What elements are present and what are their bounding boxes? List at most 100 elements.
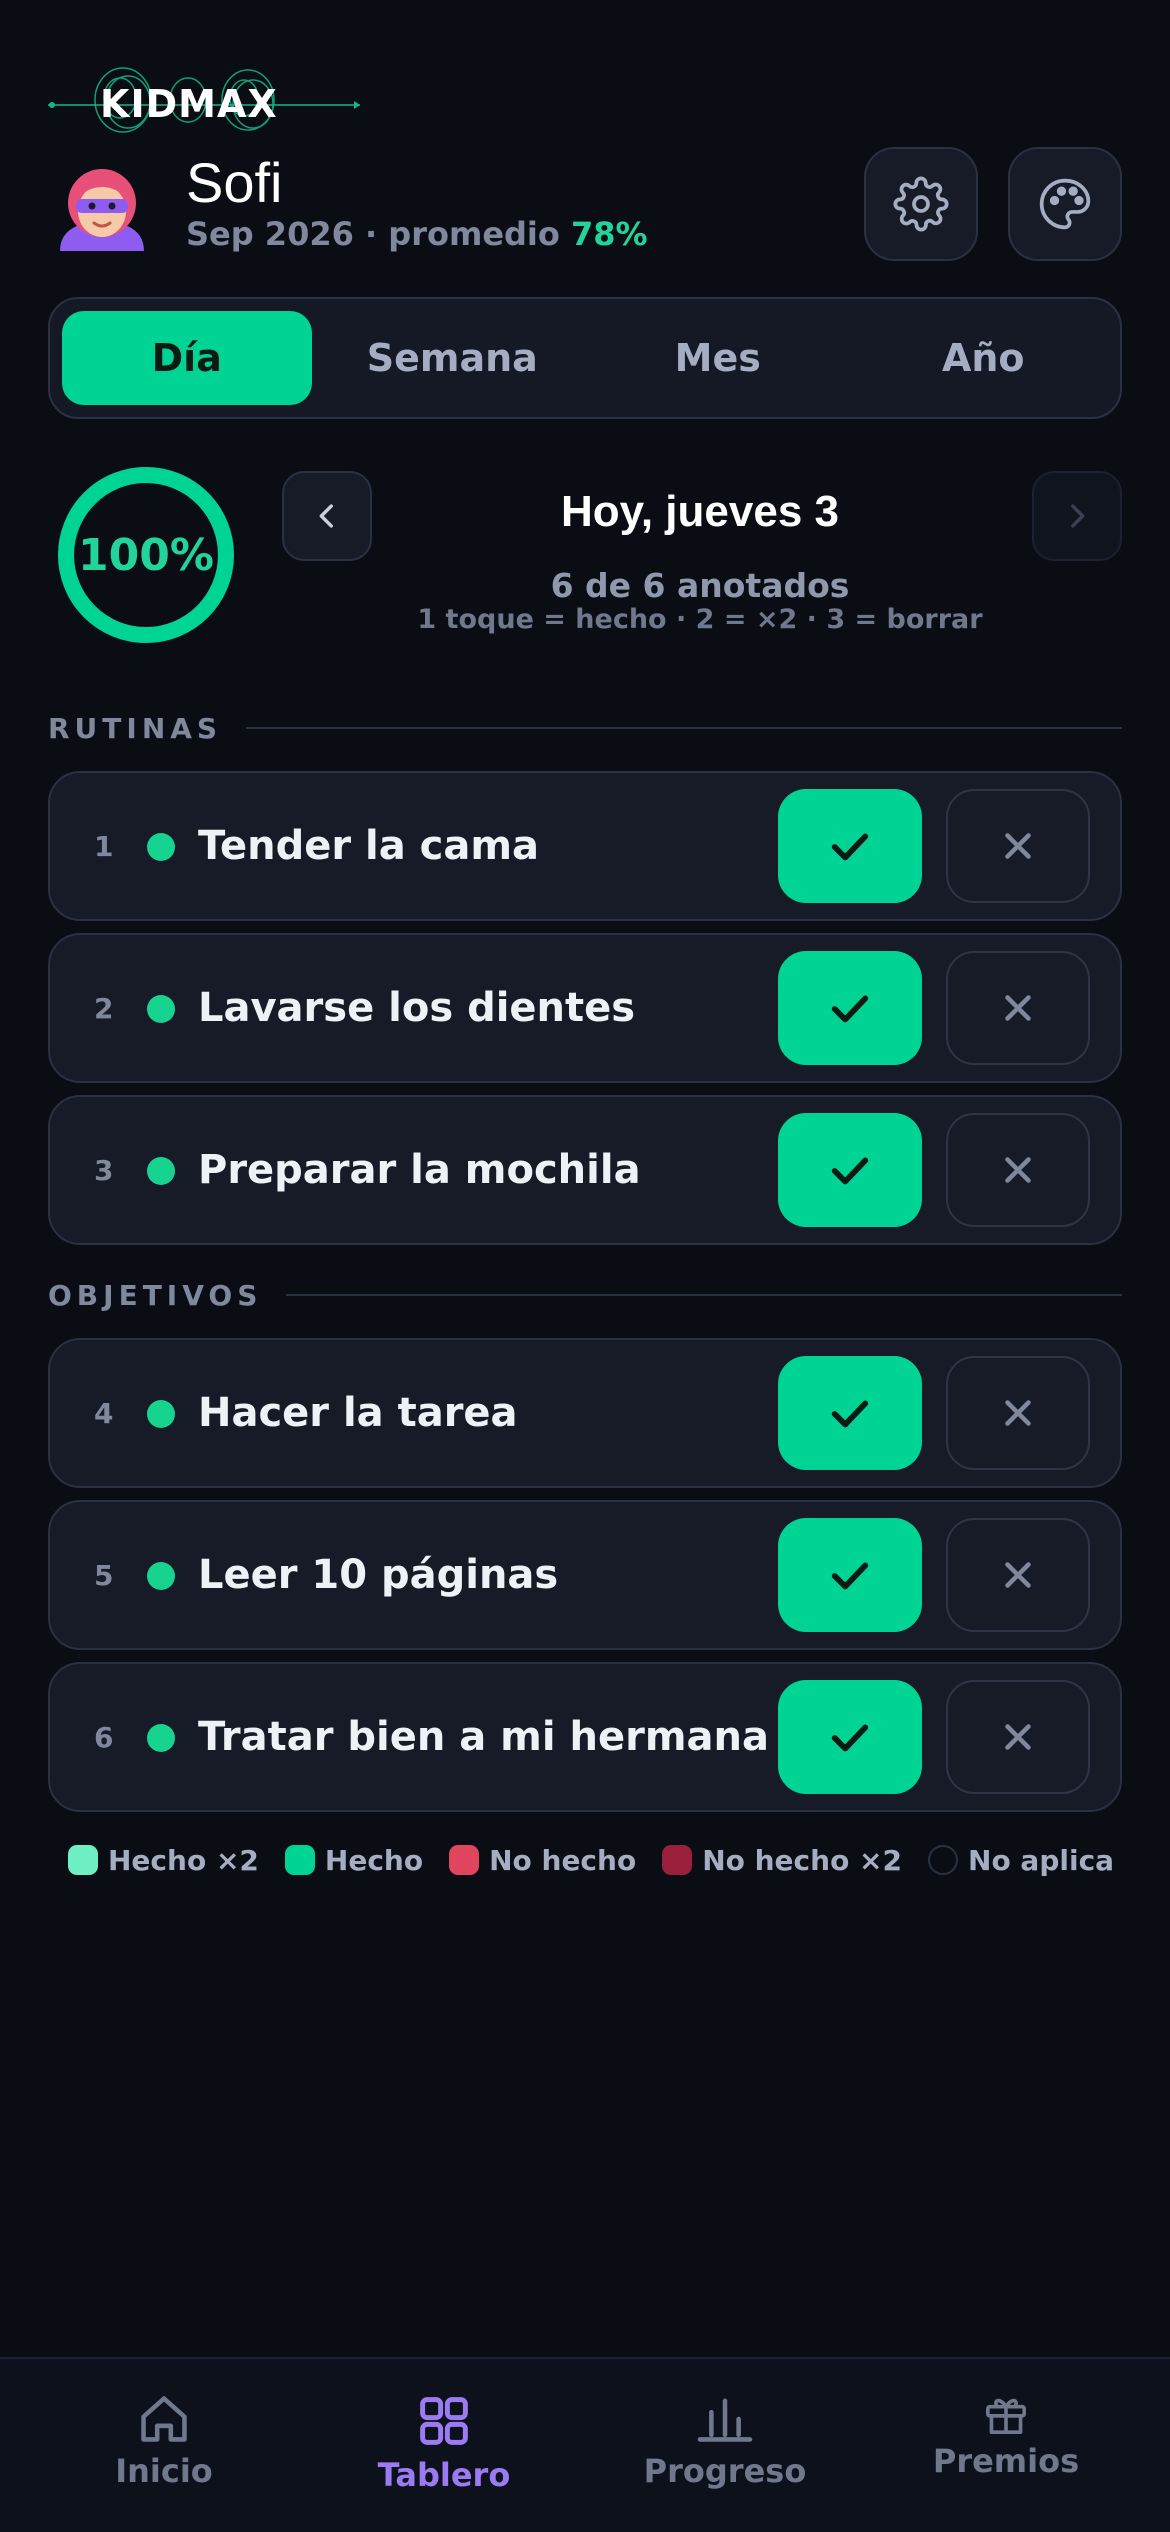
legend-item: No hecho bbox=[449, 1844, 636, 1877]
user-subtitle: Sep 2026 · promedio 78% bbox=[186, 215, 648, 253]
section-label: RUTINAS bbox=[48, 711, 223, 745]
tab-mes[interactable]: Mes bbox=[593, 311, 843, 405]
section-rutinas: RUTINAS bbox=[48, 708, 1122, 748]
task-row: 3 Preparar la mochila bbox=[48, 1095, 1122, 1245]
mark-done-button[interactable] bbox=[778, 1356, 922, 1470]
task-row: 6 Tratar bien a mi hermana bbox=[48, 1662, 1122, 1812]
gift-icon bbox=[986, 2398, 1026, 2434]
tap-hint: 1 toque = hecho · 2 = ×2 · 3 = borrar bbox=[417, 604, 983, 635]
avatar[interactable] bbox=[56, 165, 148, 251]
status-dot bbox=[147, 1400, 175, 1428]
day-progress-label: 100% bbox=[78, 529, 214, 581]
task-number: 6 bbox=[94, 1720, 114, 1754]
mark-done-button[interactable] bbox=[778, 1113, 922, 1227]
task-row: 5 Leer 10 páginas bbox=[48, 1500, 1122, 1650]
legend-swatch bbox=[928, 1845, 959, 1875]
section-label: OBJETIVOS bbox=[48, 1278, 263, 1312]
mark-not-done-button[interactable] bbox=[946, 1680, 1090, 1794]
close-icon bbox=[1005, 1724, 1031, 1750]
tab-ano[interactable]: Año bbox=[859, 311, 1109, 405]
check-icon bbox=[831, 1157, 869, 1185]
mark-done-button[interactable] bbox=[778, 951, 922, 1065]
check-icon bbox=[831, 1724, 869, 1752]
close-icon bbox=[1005, 995, 1031, 1021]
close-icon bbox=[1005, 1562, 1031, 1588]
nav-inicio[interactable]: Inicio bbox=[18, 2359, 310, 2532]
legend-label: No hecho ×2 bbox=[702, 1843, 903, 1877]
legend-label: Hecho ×2 bbox=[108, 1843, 259, 1877]
nav-tablero[interactable]: Tablero bbox=[298, 2359, 590, 2532]
mark-not-done-button[interactable] bbox=[946, 1518, 1090, 1632]
kidmax-logo: KIDMAX bbox=[48, 60, 360, 150]
check-icon bbox=[831, 995, 869, 1023]
status-dot bbox=[147, 1157, 175, 1185]
settings-button[interactable] bbox=[864, 147, 978, 261]
legend-label: No hecho bbox=[489, 1843, 637, 1877]
task-title: Lavarse los dientes bbox=[198, 985, 636, 1031]
nav-premios[interactable]: Premios bbox=[860, 2359, 1152, 2532]
task-number: 1 bbox=[94, 829, 114, 863]
legend-swatch bbox=[68, 1845, 98, 1875]
section-objetivos: OBJETIVOS bbox=[48, 1275, 1122, 1315]
legend-swatch bbox=[449, 1845, 480, 1875]
task-title: Leer 10 páginas bbox=[198, 1552, 559, 1598]
status-dot bbox=[147, 1562, 175, 1590]
period-tabs: Día Semana Mes Año bbox=[48, 297, 1122, 419]
status-legend: Hecho ×2 Hecho No hecho No hecho ×2 No a… bbox=[68, 1838, 1114, 1882]
section-divider bbox=[286, 1294, 1122, 1296]
task-title: Tratar bien a mi hermana bbox=[198, 1714, 769, 1760]
chart-icon bbox=[697, 2398, 753, 2442]
next-day-button[interactable] bbox=[1032, 471, 1122, 561]
task-number: 4 bbox=[94, 1396, 114, 1430]
bottom-nav: Inicio Tablero Progreso Premios bbox=[0, 2357, 1170, 2532]
nav-label: Progreso bbox=[643, 2452, 807, 2490]
mark-done-button[interactable] bbox=[778, 789, 922, 903]
task-row: 2 Lavarse los dientes bbox=[48, 933, 1122, 1083]
legend-swatch bbox=[662, 1845, 693, 1875]
tab-semana[interactable]: Semana bbox=[328, 311, 578, 405]
legend-item: Hecho ×2 bbox=[68, 1844, 259, 1877]
task-row: 1 Tender la cama bbox=[48, 771, 1122, 921]
nav-label: Tablero bbox=[377, 2456, 511, 2494]
mark-done-button[interactable] bbox=[778, 1680, 922, 1794]
close-icon bbox=[1005, 1157, 1031, 1183]
mark-not-done-button[interactable] bbox=[946, 789, 1090, 903]
nav-progreso[interactable]: Progreso bbox=[579, 2359, 871, 2532]
app-screen: KIDMAX Sofi Sep 2026 · promedio 78% Día … bbox=[0, 0, 1170, 2532]
grid-icon bbox=[420, 2397, 468, 2445]
close-icon bbox=[1005, 1400, 1031, 1426]
chevron-right-icon bbox=[1071, 504, 1085, 528]
status-dot bbox=[147, 995, 175, 1023]
day-title: Hoy, jueves 3 bbox=[561, 487, 839, 536]
gear-icon bbox=[893, 176, 949, 232]
mark-done-button[interactable] bbox=[778, 1518, 922, 1632]
nav-label: Inicio bbox=[115, 2452, 213, 2490]
home-icon bbox=[141, 2396, 187, 2442]
legend-item: Hecho bbox=[284, 1843, 424, 1877]
legend-item: No aplica bbox=[928, 1844, 1114, 1877]
check-icon bbox=[831, 1400, 869, 1428]
check-icon bbox=[831, 833, 869, 861]
logged-count: 6 de 6 anotados bbox=[550, 566, 850, 605]
average-percent: 78% bbox=[571, 215, 648, 253]
mark-not-done-button[interactable] bbox=[946, 951, 1090, 1065]
task-row: 4 Hacer la tarea bbox=[48, 1338, 1122, 1488]
legend-swatch bbox=[284, 1845, 315, 1875]
theme-button[interactable] bbox=[1008, 147, 1122, 261]
task-number: 2 bbox=[94, 991, 114, 1025]
tab-dia[interactable]: Día bbox=[62, 311, 312, 405]
legend-label: No aplica bbox=[968, 1843, 1115, 1877]
status-dot bbox=[147, 1724, 175, 1752]
month-average-label: Sep 2026 · promedio bbox=[186, 215, 560, 253]
close-icon bbox=[1005, 833, 1031, 859]
mark-not-done-button[interactable] bbox=[946, 1356, 1090, 1470]
task-number: 5 bbox=[94, 1558, 114, 1592]
check-icon bbox=[831, 1562, 869, 1590]
legend-label: Hecho bbox=[324, 1843, 424, 1877]
task-title: Tender la cama bbox=[198, 823, 539, 869]
mark-not-done-button[interactable] bbox=[946, 1113, 1090, 1227]
task-title: Preparar la mochila bbox=[198, 1147, 641, 1193]
legend-item: No hecho ×2 bbox=[662, 1844, 902, 1877]
user-name: Sofi bbox=[186, 151, 283, 214]
section-divider bbox=[246, 727, 1122, 729]
